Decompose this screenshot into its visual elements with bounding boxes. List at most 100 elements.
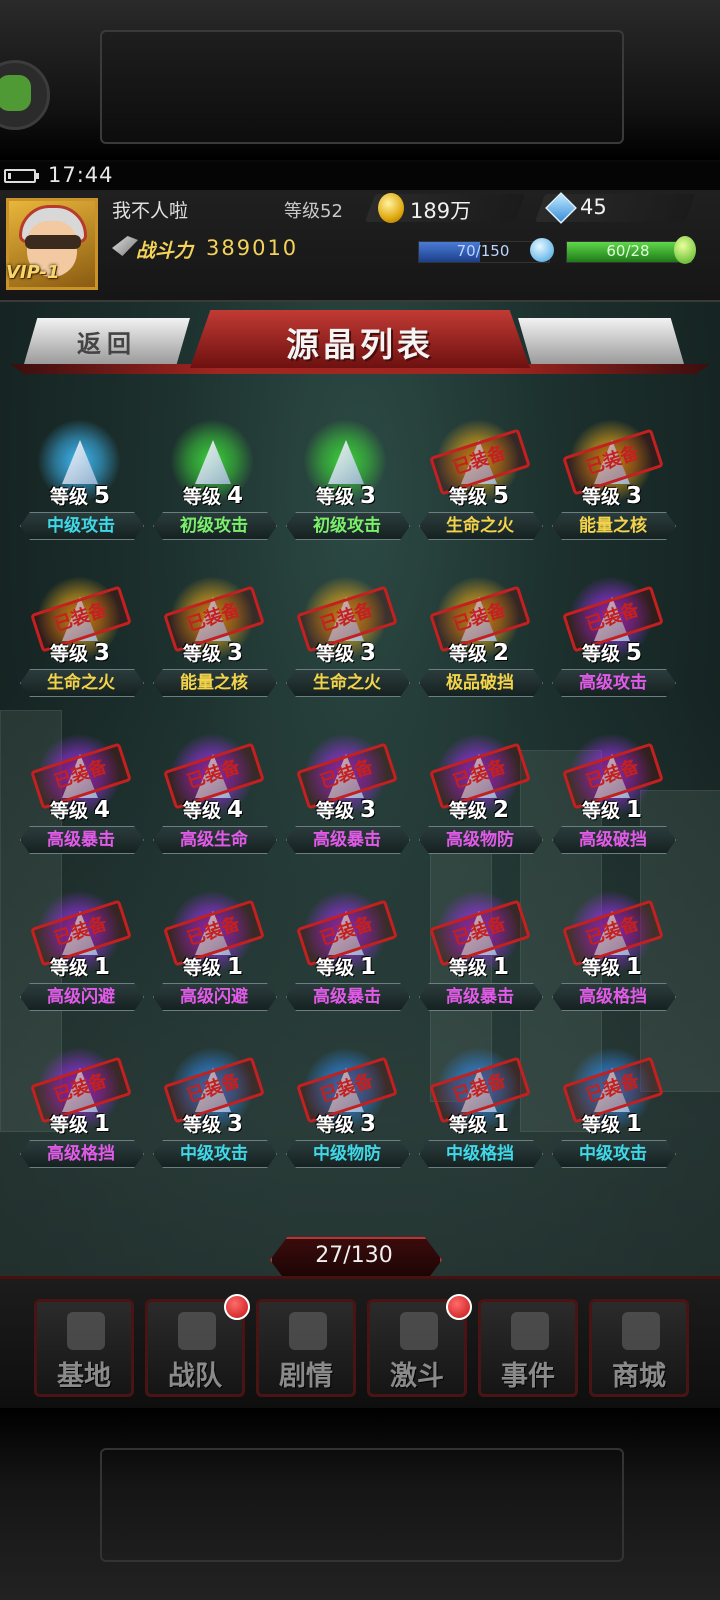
crystal-item[interactable]: 已装备 等级 3 生命之火 xyxy=(286,577,410,707)
crystal-name: 中级攻击 xyxy=(579,1144,647,1164)
crystal-level: 等级 1 xyxy=(449,954,510,980)
crystal-level: 等级 4 xyxy=(50,797,111,823)
energy-orb-icon xyxy=(530,238,554,262)
crystal-name: 能量之核 xyxy=(579,516,647,536)
nav-label: 剧情 xyxy=(279,1361,333,1392)
right-blank-button[interactable] xyxy=(518,318,684,364)
crystal-item[interactable]: 已装备 等级 1 高级暴击 xyxy=(419,891,543,1021)
crystal-name: 高级闪避 xyxy=(47,987,115,1007)
crystal-level: 等级 1 xyxy=(50,1111,111,1137)
crystal-name: 高级格挡 xyxy=(47,1144,115,1164)
crystal-item[interactable]: 已装备 等级 3 生命之火 xyxy=(20,577,144,707)
crystal-name: 高级暴击 xyxy=(47,830,115,850)
player-name: 我不人啦 xyxy=(112,200,189,222)
crystal-level: 等级 3 xyxy=(582,483,643,509)
energy-text: 70/150 xyxy=(456,242,510,260)
bottom-nav: 基地 战队 剧情 激斗 事件 商城 xyxy=(0,1276,720,1411)
crystal-item[interactable]: 已装备 等级 3 高级暴击 xyxy=(286,734,410,864)
crystal-name: 高级闪避 xyxy=(180,987,248,1007)
vip-badge: VIP-1 xyxy=(6,262,60,283)
crystal-name: 高级暴击 xyxy=(313,830,381,850)
nav-button[interactable]: 激斗 xyxy=(367,1294,472,1397)
crystal-item[interactable]: 已装备 等级 5 生命之火 xyxy=(419,420,543,550)
crystal-level: 等级 4 xyxy=(183,483,244,509)
nav-label: 战队 xyxy=(168,1361,222,1392)
crystal-item[interactable]: 已装备 等级 1 高级格挡 xyxy=(20,1048,144,1178)
nav-icon xyxy=(67,1312,105,1350)
crystal-item[interactable]: 已装备 等级 5 高级攻击 xyxy=(552,577,676,707)
crystal-level: 等级 5 xyxy=(449,483,510,509)
nav-button[interactable]: 基地 xyxy=(34,1299,134,1397)
player-level: 等级52 xyxy=(284,201,343,222)
crystal-item[interactable]: 已装备 等级 1 高级破挡 xyxy=(552,734,676,864)
crystal-item[interactable]: 等级 3 初级攻击 xyxy=(286,420,410,550)
crystal-item[interactable]: 已装备 等级 3 能量之核 xyxy=(153,577,277,707)
crystal-item[interactable]: 已装备 等级 3 能量之核 xyxy=(552,420,676,550)
crystal-level: 等级 5 xyxy=(50,483,111,509)
nav-button[interactable]: 剧情 xyxy=(256,1299,356,1397)
nav-icon xyxy=(289,1312,327,1350)
crystal-item[interactable]: 已装备 等级 1 高级暴击 xyxy=(286,891,410,1021)
crystal-name: 中级攻击 xyxy=(47,516,115,536)
gem-amount: 45 xyxy=(580,195,607,219)
crystal-name: 初级攻击 xyxy=(313,516,381,536)
crystal-name: 极品破挡 xyxy=(446,673,514,693)
crystal-name: 中级物防 xyxy=(313,1144,381,1164)
crystal-name: 高级暴击 xyxy=(313,987,381,1007)
nav-icon xyxy=(622,1312,660,1350)
crystal-item[interactable]: 已装备 等级 4 高级生命 xyxy=(153,734,277,864)
gold-amount: 189万 xyxy=(410,199,472,223)
nav-label: 基地 xyxy=(57,1361,111,1392)
stamina-text: 60/28 xyxy=(606,242,650,260)
crystal-level: 等级 3 xyxy=(183,1111,244,1137)
nav-label: 激斗 xyxy=(390,1361,444,1392)
crystal-name: 中级格挡 xyxy=(446,1144,514,1164)
crystal-item[interactable]: 已装备 等级 4 高级暴击 xyxy=(20,734,144,864)
nav-button[interactable]: 事件 xyxy=(478,1299,578,1397)
nav-icon xyxy=(400,1312,438,1350)
crystal-name: 能量之核 xyxy=(180,673,248,693)
crystal-name: 高级攻击 xyxy=(579,673,647,693)
crystal-name: 初级攻击 xyxy=(180,516,248,536)
power-value: 389010 xyxy=(206,236,299,260)
crystal-item[interactable]: 已装备 等级 1 高级格挡 xyxy=(552,891,676,1021)
crystal-name: 高级物防 xyxy=(446,830,514,850)
crystal-level: 等级 5 xyxy=(582,640,643,666)
crystal-level: 等级 2 xyxy=(449,797,510,823)
crystal-item[interactable]: 等级 4 初级攻击 xyxy=(153,420,277,550)
crystal-item[interactable]: 已装备 等级 1 高级闪避 xyxy=(20,891,144,1021)
crystal-level: 等级 1 xyxy=(316,954,377,980)
crystal-level: 等级 3 xyxy=(50,640,111,666)
crystal-level: 等级 1 xyxy=(50,954,111,980)
crystal-level: 等级 1 xyxy=(449,1111,510,1137)
notification-dot xyxy=(224,1294,250,1320)
crystal-name: 中级攻击 xyxy=(180,1144,248,1164)
status-time: 17:44 xyxy=(48,163,114,187)
stamina-orb-icon xyxy=(674,236,696,264)
nav-button[interactable]: 商城 xyxy=(589,1299,689,1397)
nav-icon xyxy=(511,1312,549,1350)
crystal-level: 等级 1 xyxy=(582,797,643,823)
crystal-name: 高级生命 xyxy=(180,830,248,850)
frame-bevel xyxy=(100,30,624,144)
notification-dot xyxy=(446,1294,472,1320)
nav-button[interactable]: 战队 xyxy=(145,1294,250,1397)
status-bar: 17:44 xyxy=(0,162,720,190)
crystal-level: 等级 1 xyxy=(582,1111,643,1137)
crystal-item[interactable]: 已装备 等级 1 中级攻击 xyxy=(552,1048,676,1178)
crystal-item[interactable]: 已装备 等级 1 高级闪避 xyxy=(153,891,277,1021)
crystal-item[interactable]: 已装备 等级 1 中级格挡 xyxy=(419,1048,543,1178)
crystal-item[interactable]: 等级 5 中级攻击 xyxy=(20,420,144,550)
nav-icon xyxy=(178,1312,216,1350)
crystal-item[interactable]: 已装备 等级 2 高级物防 xyxy=(419,734,543,864)
crystal-item[interactable]: 已装备 等级 2 极品破挡 xyxy=(419,577,543,707)
back-button[interactable]: 返回 xyxy=(24,318,190,364)
crystal-name: 高级暴击 xyxy=(446,987,514,1007)
crystal-name: 生命之火 xyxy=(313,673,381,693)
crystal-item[interactable]: 已装备 等级 3 中级攻击 xyxy=(153,1048,277,1178)
crystal-level: 等级 3 xyxy=(183,640,244,666)
crystal-name: 高级破挡 xyxy=(579,830,647,850)
crystal-item[interactable]: 已装备 等级 3 中级物防 xyxy=(286,1048,410,1178)
nav-label: 事件 xyxy=(501,1361,555,1392)
nav-label: 商城 xyxy=(612,1361,666,1392)
